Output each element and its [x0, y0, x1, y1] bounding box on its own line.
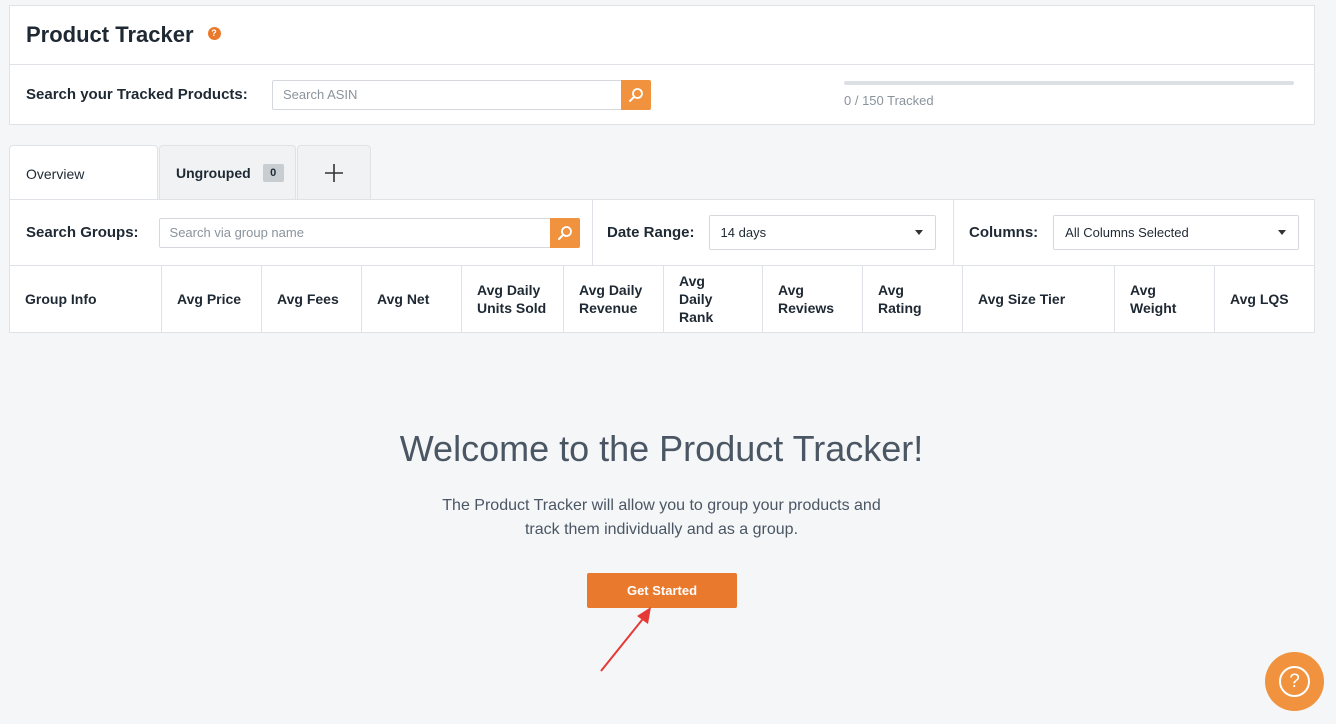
column-header-avg-rating[interactable]: Avg Rating	[863, 266, 963, 332]
column-header-avg-daily-revenue[interactable]: Avg Daily Revenue	[564, 266, 664, 332]
annotation-arrow-icon	[600, 607, 651, 672]
group-search-label: Search Groups:	[26, 224, 139, 241]
search-icon	[629, 87, 643, 102]
column-header-group-info[interactable]: Group Info	[10, 266, 162, 332]
column-header-avg-size-tier[interactable]: Avg Size Tier	[963, 266, 1115, 332]
tracked-count: 0 / 150 Tracked	[844, 93, 934, 108]
plus-icon	[325, 164, 343, 182]
welcome-line-1: The Product Tracker will allow you to gr…	[442, 497, 881, 514]
search-icon	[557, 225, 572, 240]
tracked-search-label: Search your Tracked Products:	[26, 86, 248, 103]
columns-select[interactable]: All Columns Selected	[1053, 215, 1300, 250]
chevron-down-icon	[914, 230, 923, 235]
chevron-down-icon	[1278, 230, 1287, 235]
help-chat-button[interactable]: ?	[1265, 652, 1324, 711]
title-row: Product Tracker ?	[10, 6, 1314, 65]
welcome-description: The Product Tracker will allow you to gr…	[0, 494, 1323, 542]
asin-search-input[interactable]	[272, 79, 621, 110]
tab-ungrouped[interactable]: Ungrouped 0	[159, 145, 296, 200]
column-header-avg-weight[interactable]: Avg Weight	[1115, 266, 1215, 332]
group-search-button[interactable]	[549, 217, 580, 248]
table-header: Group Info Avg Price Avg Fees Avg Net Av…	[9, 265, 1315, 333]
tab-ungrouped-label: Ungrouped	[176, 165, 251, 181]
group-tabs: Overview Ungrouped 0	[9, 145, 372, 201]
tab-overview[interactable]: Overview	[9, 145, 158, 201]
asin-search-button[interactable]	[621, 79, 651, 110]
columns-label: Columns:	[969, 224, 1039, 241]
column-header-avg-fees[interactable]: Avg Fees	[262, 266, 362, 332]
date-range-select[interactable]: 14 days	[708, 215, 936, 250]
column-header-avg-daily-rank[interactable]: Avg Daily Rank	[664, 266, 763, 332]
column-header-avg-price[interactable]: Avg Price	[162, 266, 262, 332]
page-title: Product Tracker	[26, 22, 194, 47]
date-range-value: 14 days	[720, 225, 767, 240]
tracked-search-row: Search your Tracked Products: 0 / 150 Tr…	[10, 65, 1314, 124]
group-search-section: Search Groups:	[10, 200, 593, 265]
help-icon[interactable]: ?	[207, 26, 221, 40]
filter-bar: Search Groups: Date Range: 14 days Colum…	[9, 199, 1315, 266]
group-search-input[interactable]	[158, 217, 550, 248]
ungrouped-count-badge: 0	[262, 164, 284, 182]
progress-track	[844, 81, 1294, 85]
column-header-avg-daily-units-sold[interactable]: Avg Daily Units Sold	[462, 266, 564, 332]
welcome-title: Welcome to the Product Tracker!	[399, 428, 924, 469]
tab-overview-label: Overview	[26, 165, 85, 182]
column-header-avg-net[interactable]: Avg Net	[362, 266, 462, 332]
tracked-progress: 0 / 150 Tracked	[844, 81, 1294, 108]
add-group-tab[interactable]	[297, 145, 371, 200]
date-range-section: Date Range: 14 days	[593, 200, 954, 265]
welcome-line-2: track them individually and as a group.	[524, 521, 799, 538]
date-range-label: Date Range:	[607, 224, 695, 241]
header-panel: Product Tracker ? Search your Tracked Pr…	[9, 5, 1315, 125]
column-header-avg-reviews[interactable]: Avg Reviews	[763, 266, 863, 332]
column-header-avg-lqs[interactable]: Avg LQS	[1215, 266, 1314, 332]
columns-section: Columns: All Columns Selected	[954, 200, 1314, 265]
question-circle-icon: ?	[1279, 666, 1310, 697]
columns-value: All Columns Selected	[1065, 225, 1189, 240]
